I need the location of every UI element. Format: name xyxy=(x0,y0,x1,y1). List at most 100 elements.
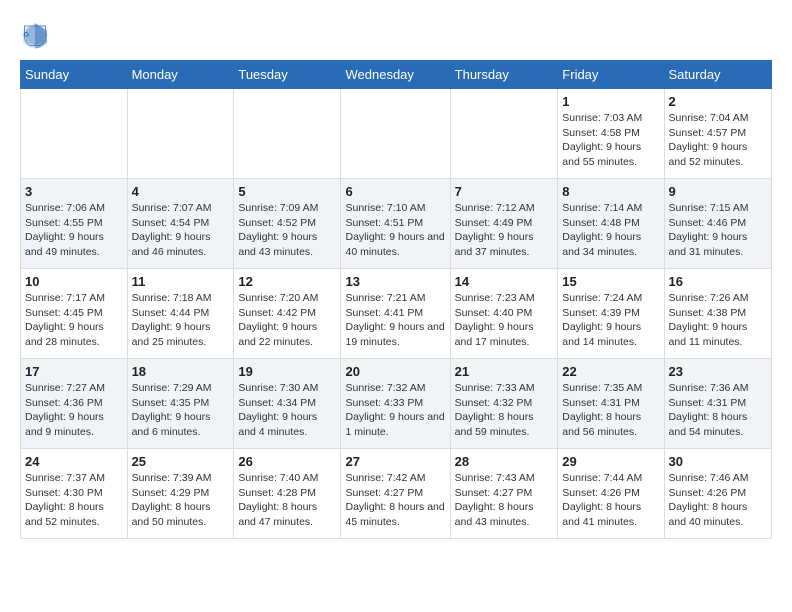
day-cell: 27 Sunrise: 7:42 AM Sunset: 4:27 PM Dayli… xyxy=(341,449,450,539)
day-cell: 22Sunrise: 7:35 AM Sunset: 4:31 PM Dayli… xyxy=(558,359,664,449)
logo-icon: G xyxy=(20,20,50,50)
logo: G xyxy=(20,20,52,50)
day-cell: 7 Sunrise: 7:12 AM Sunset: 4:49 PM Daylig… xyxy=(450,179,558,269)
week-row-3: 10 Sunrise: 7:17 AM Sunset: 4:45 PM Dayli… xyxy=(21,269,772,359)
day-number: 14 xyxy=(455,274,554,289)
day-number: 21 xyxy=(455,364,554,379)
day-number: 29 xyxy=(562,454,659,469)
day-info: Sunrise: 7:10 AM Sunset: 4:51 PM Dayligh… xyxy=(345,201,445,260)
day-info: Sunrise: 7:15 AM Sunset: 4:46 PM Dayligh… xyxy=(669,201,767,260)
day-cell: 30 Sunrise: 7:46 AM Sunset: 4:26 PM Dayli… xyxy=(664,449,771,539)
day-info: Sunrise: 7:17 AM Sunset: 4:45 PM Dayligh… xyxy=(25,291,123,350)
day-info: Sunrise: 7:46 AM Sunset: 4:26 PM Dayligh… xyxy=(669,471,767,530)
day-info: Sunrise: 7:29 AM Sunset: 4:35 PM Dayligh… xyxy=(132,381,230,440)
day-number: 2 xyxy=(669,94,767,109)
day-cell: 26 Sunrise: 7:40 AM Sunset: 4:28 PM Dayli… xyxy=(234,449,341,539)
day-number: 28 xyxy=(455,454,554,469)
day-cell: 16 Sunrise: 7:26 AM Sunset: 4:38 PM Dayli… xyxy=(664,269,771,359)
day-number: 17 xyxy=(25,364,123,379)
day-info: Sunrise: 7:07 AM Sunset: 4:54 PM Dayligh… xyxy=(132,201,230,260)
weekday-sunday: Sunday xyxy=(21,61,128,89)
day-cell: 28 Sunrise: 7:43 AM Sunset: 4:27 PM Dayli… xyxy=(450,449,558,539)
weekday-saturday: Saturday xyxy=(664,61,771,89)
day-cell xyxy=(234,89,341,179)
day-cell: 8Sunrise: 7:14 AM Sunset: 4:48 PM Daylig… xyxy=(558,179,664,269)
day-info: Sunrise: 7:23 AM Sunset: 4:40 PM Dayligh… xyxy=(455,291,554,350)
week-row-5: 24 Sunrise: 7:37 AM Sunset: 4:30 PM Dayli… xyxy=(21,449,772,539)
day-info: Sunrise: 7:44 AM Sunset: 4:26 PM Dayligh… xyxy=(562,471,659,530)
week-row-1: 1Sunrise: 7:03 AM Sunset: 4:58 PM Daylig… xyxy=(21,89,772,179)
day-number: 12 xyxy=(238,274,336,289)
day-number: 9 xyxy=(669,184,767,199)
day-info: Sunrise: 7:12 AM Sunset: 4:49 PM Dayligh… xyxy=(455,201,554,260)
weekday-header-row: SundayMondayTuesdayWednesdayThursdayFrid… xyxy=(21,61,772,89)
day-number: 26 xyxy=(238,454,336,469)
day-info: Sunrise: 7:40 AM Sunset: 4:28 PM Dayligh… xyxy=(238,471,336,530)
day-info: Sunrise: 7:14 AM Sunset: 4:48 PM Dayligh… xyxy=(562,201,659,260)
day-cell: 2 Sunrise: 7:04 AM Sunset: 4:57 PM Daylig… xyxy=(664,89,771,179)
day-cell: 18Sunrise: 7:29 AM Sunset: 4:35 PM Dayli… xyxy=(127,359,234,449)
day-cell: 19Sunrise: 7:30 AM Sunset: 4:34 PM Dayli… xyxy=(234,359,341,449)
day-number: 19 xyxy=(238,364,336,379)
day-info: Sunrise: 7:39 AM Sunset: 4:29 PM Dayligh… xyxy=(132,471,230,530)
page: G SundayMondayTuesdayWednesdayThursdayFr… xyxy=(0,0,792,549)
weekday-wednesday: Wednesday xyxy=(341,61,450,89)
day-number: 1 xyxy=(562,94,659,109)
day-number: 7 xyxy=(455,184,554,199)
day-number: 15 xyxy=(562,274,659,289)
day-cell xyxy=(341,89,450,179)
day-cell: 14 Sunrise: 7:23 AM Sunset: 4:40 PM Dayli… xyxy=(450,269,558,359)
day-number: 4 xyxy=(132,184,230,199)
day-cell: 20 Sunrise: 7:32 AM Sunset: 4:33 PM Dayli… xyxy=(341,359,450,449)
day-cell: 25Sunrise: 7:39 AM Sunset: 4:29 PM Dayli… xyxy=(127,449,234,539)
day-cell xyxy=(450,89,558,179)
day-number: 23 xyxy=(669,364,767,379)
weekday-tuesday: Tuesday xyxy=(234,61,341,89)
weekday-friday: Friday xyxy=(558,61,664,89)
week-row-2: 3Sunrise: 7:06 AM Sunset: 4:55 PM Daylig… xyxy=(21,179,772,269)
day-cell: 23Sunrise: 7:36 AM Sunset: 4:31 PM Dayli… xyxy=(664,359,771,449)
day-cell: 5 Sunrise: 7:09 AM Sunset: 4:52 PM Daylig… xyxy=(234,179,341,269)
day-cell: 12Sunrise: 7:20 AM Sunset: 4:42 PM Dayli… xyxy=(234,269,341,359)
day-info: Sunrise: 7:27 AM Sunset: 4:36 PM Dayligh… xyxy=(25,381,123,440)
day-info: Sunrise: 7:35 AM Sunset: 4:31 PM Dayligh… xyxy=(562,381,659,440)
day-cell: 10 Sunrise: 7:17 AM Sunset: 4:45 PM Dayli… xyxy=(21,269,128,359)
day-cell xyxy=(21,89,128,179)
day-info: Sunrise: 7:04 AM Sunset: 4:57 PM Dayligh… xyxy=(669,111,767,170)
day-cell: 24 Sunrise: 7:37 AM Sunset: 4:30 PM Dayli… xyxy=(21,449,128,539)
day-number: 24 xyxy=(25,454,123,469)
header: G xyxy=(20,20,772,50)
day-cell: 11Sunrise: 7:18 AM Sunset: 4:44 PM Dayli… xyxy=(127,269,234,359)
day-number: 20 xyxy=(345,364,445,379)
weekday-monday: Monday xyxy=(127,61,234,89)
day-cell xyxy=(127,89,234,179)
day-info: Sunrise: 7:09 AM Sunset: 4:52 PM Dayligh… xyxy=(238,201,336,260)
day-number: 27 xyxy=(345,454,445,469)
weekday-thursday: Thursday xyxy=(450,61,558,89)
day-info: Sunrise: 7:33 AM Sunset: 4:32 PM Dayligh… xyxy=(455,381,554,440)
week-row-4: 17 Sunrise: 7:27 AM Sunset: 4:36 PM Dayli… xyxy=(21,359,772,449)
day-number: 16 xyxy=(669,274,767,289)
day-info: Sunrise: 7:43 AM Sunset: 4:27 PM Dayligh… xyxy=(455,471,554,530)
day-number: 3 xyxy=(25,184,123,199)
day-number: 10 xyxy=(25,274,123,289)
day-cell: 17 Sunrise: 7:27 AM Sunset: 4:36 PM Dayli… xyxy=(21,359,128,449)
day-cell: 4 Sunrise: 7:07 AM Sunset: 4:54 PM Daylig… xyxy=(127,179,234,269)
day-info: Sunrise: 7:37 AM Sunset: 4:30 PM Dayligh… xyxy=(25,471,123,530)
day-cell: 6 Sunrise: 7:10 AM Sunset: 4:51 PM Daylig… xyxy=(341,179,450,269)
day-number: 5 xyxy=(238,184,336,199)
day-cell: 15 Sunrise: 7:24 AM Sunset: 4:39 PM Dayli… xyxy=(558,269,664,359)
day-info: Sunrise: 7:42 AM Sunset: 4:27 PM Dayligh… xyxy=(345,471,445,530)
day-cell: 3Sunrise: 7:06 AM Sunset: 4:55 PM Daylig… xyxy=(21,179,128,269)
day-info: Sunrise: 7:24 AM Sunset: 4:39 PM Dayligh… xyxy=(562,291,659,350)
day-info: Sunrise: 7:26 AM Sunset: 4:38 PM Dayligh… xyxy=(669,291,767,350)
day-info: Sunrise: 7:21 AM Sunset: 4:41 PM Dayligh… xyxy=(345,291,445,350)
day-number: 13 xyxy=(345,274,445,289)
day-number: 30 xyxy=(669,454,767,469)
day-number: 11 xyxy=(132,274,230,289)
day-cell: 13 Sunrise: 7:21 AM Sunset: 4:41 PM Dayli… xyxy=(341,269,450,359)
day-cell: 1Sunrise: 7:03 AM Sunset: 4:58 PM Daylig… xyxy=(558,89,664,179)
day-cell: 9 Sunrise: 7:15 AM Sunset: 4:46 PM Daylig… xyxy=(664,179,771,269)
day-number: 6 xyxy=(345,184,445,199)
day-info: Sunrise: 7:32 AM Sunset: 4:33 PM Dayligh… xyxy=(345,381,445,440)
